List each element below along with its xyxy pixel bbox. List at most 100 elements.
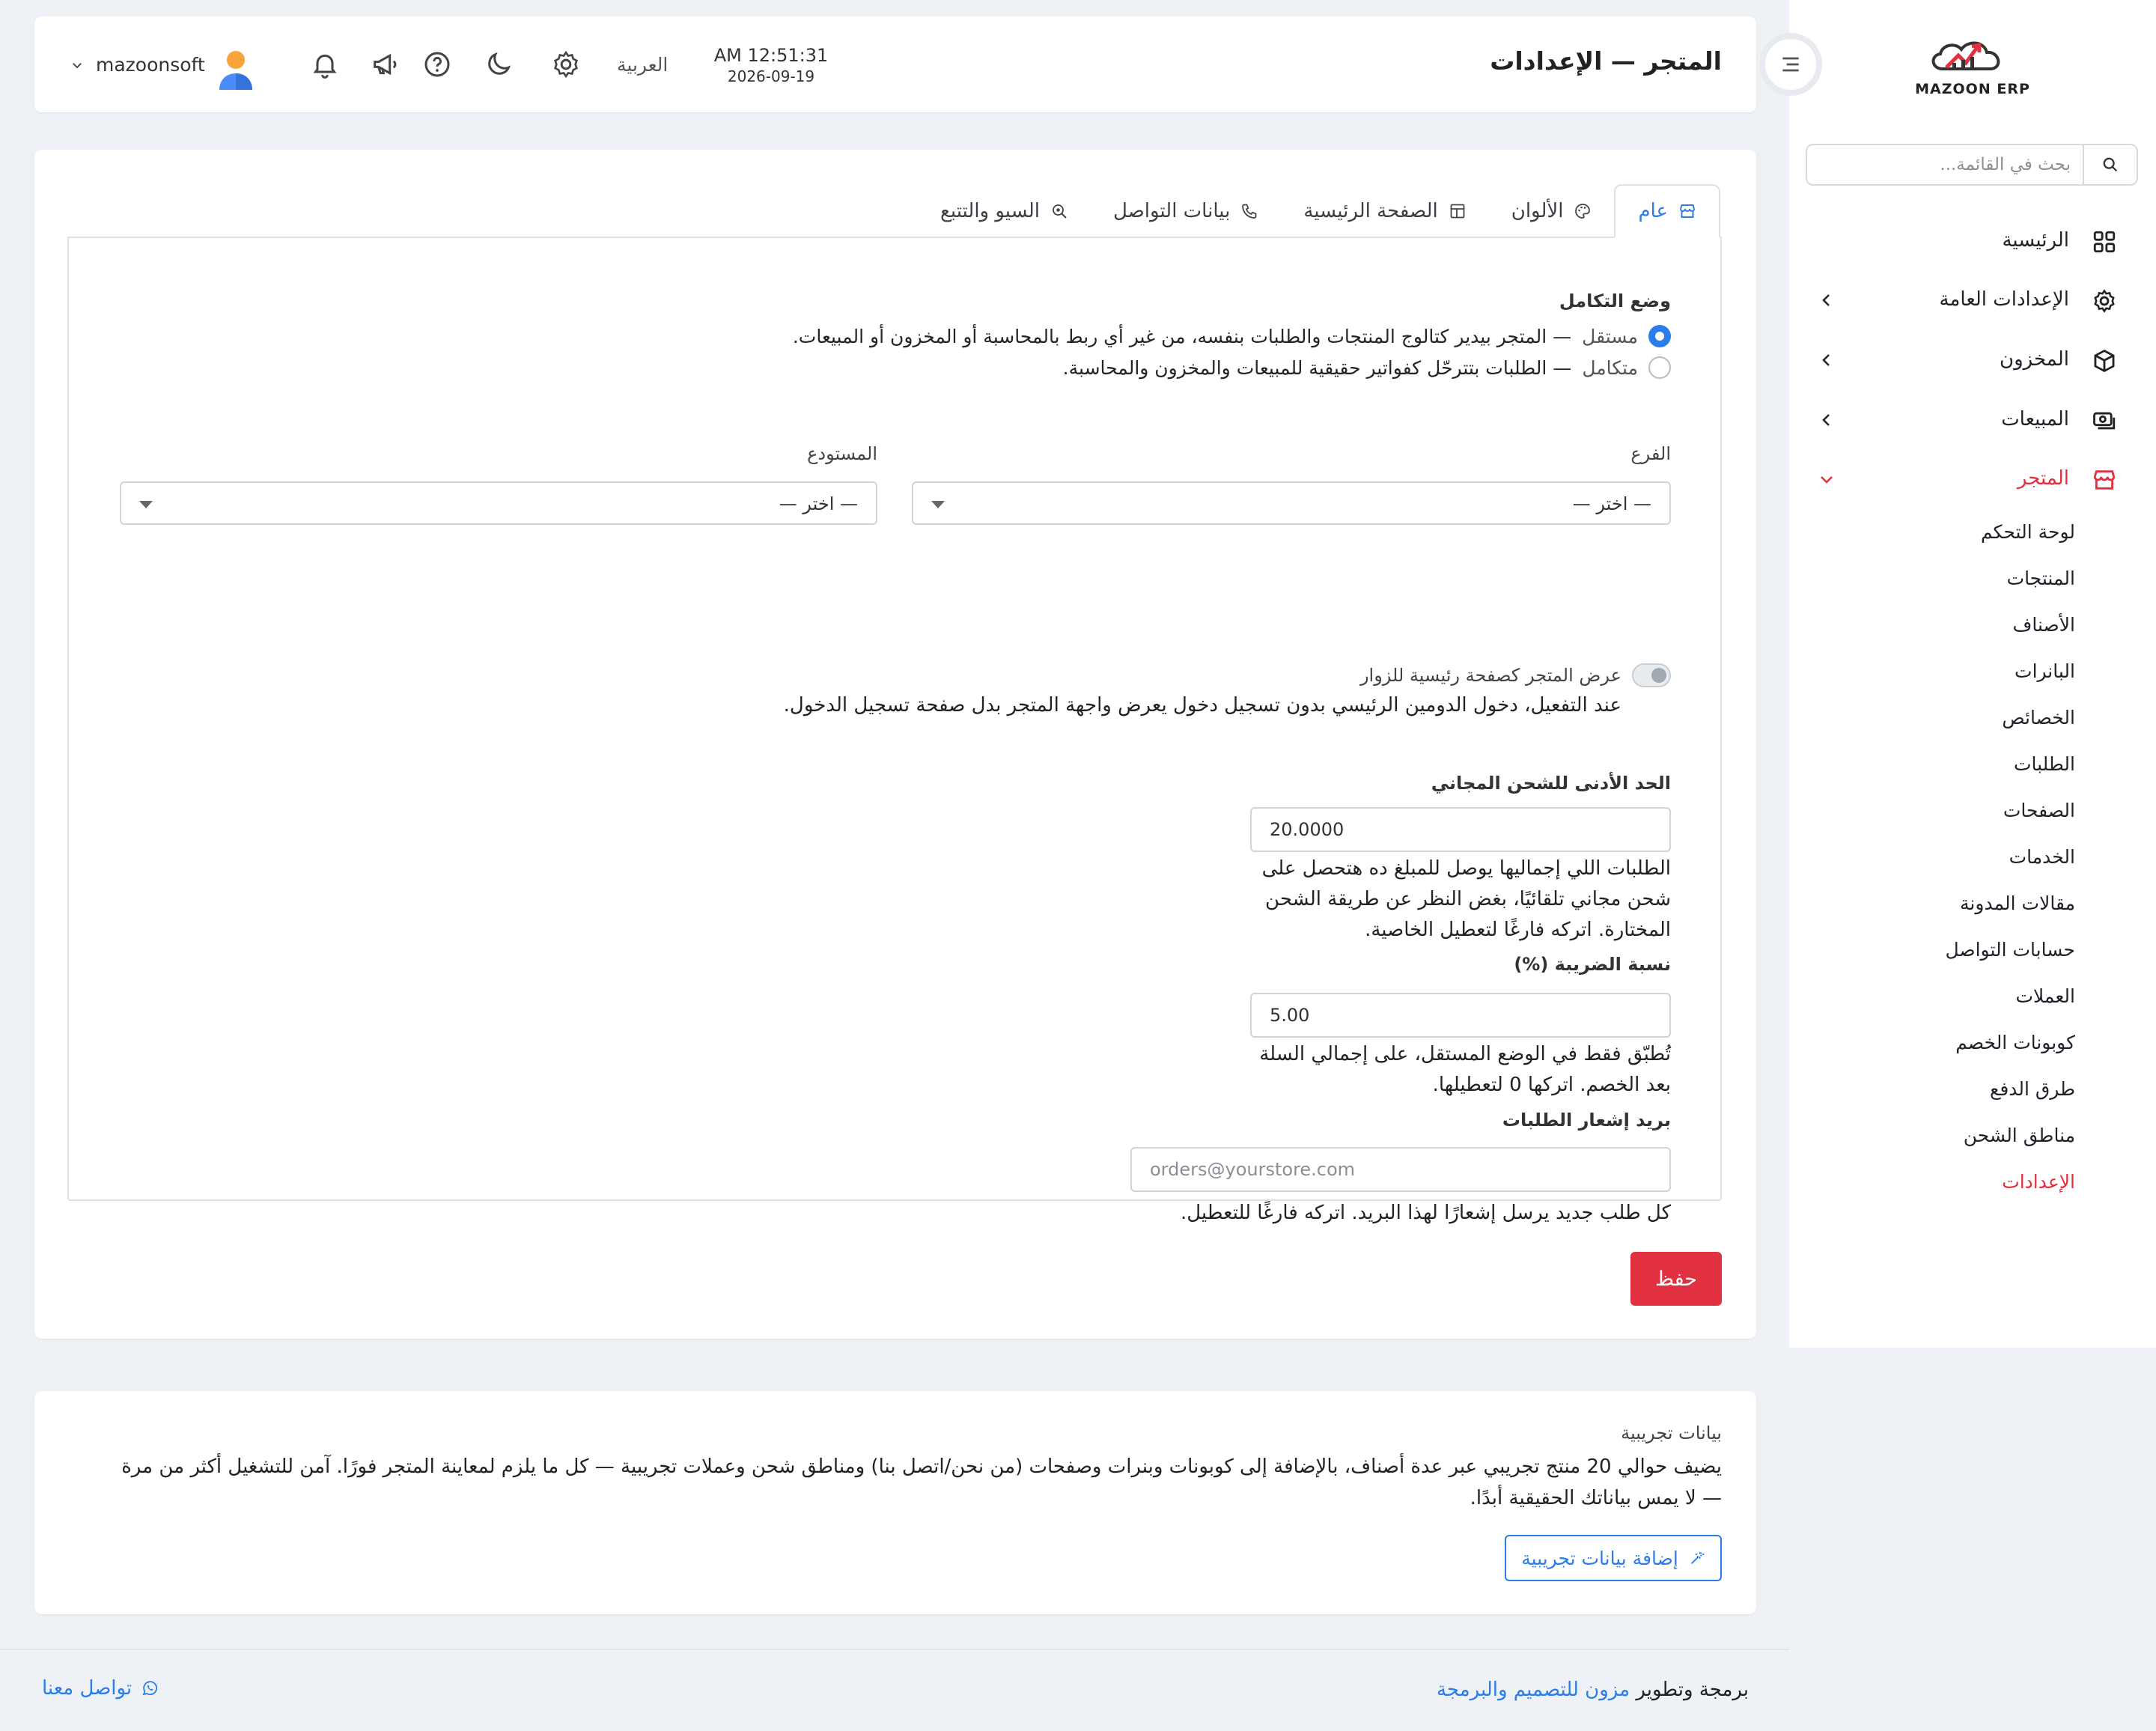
tab-contact-info[interactable]: بيانات التواصل [1091,184,1281,238]
footer: برمجة وتطوير مزون للتصميم والبرمجة تواصل… [0,1649,1789,1731]
sidebar-item-sales[interactable]: المبيعات [1818,398,2117,442]
order-email-input[interactable] [1130,1147,1671,1192]
sidebar-item-inventory[interactable]: المخزون [1818,338,2117,383]
mode-standalone-title: مستقل [1582,325,1638,347]
contact-us-link[interactable]: تواصل معنا [42,1677,159,1700]
grid-icon [2093,231,2116,253]
sidebar-subitem-currencies[interactable]: العملات [2015,985,2075,1007]
box-icon [2094,349,2115,373]
general-tab-panel: وضع التكامل مستقل — المتجر بيدير كتالوج … [67,237,1722,1224]
sidebar-item-label: المخزون [2000,348,2069,371]
free-shipping-help-line-3: المختارة. اتركه فارغًا لتعطيل الخاصية. [1365,919,1671,941]
tab-general[interactable]: عام [1614,184,1720,238]
tab-homepage[interactable]: الصفحة الرئيسية [1281,184,1488,238]
tab-colors[interactable]: الألوان [1489,184,1615,238]
cash-icon [2093,412,2116,430]
logo-text: MAZOON ERP [1915,81,2030,97]
add-demo-data-button[interactable]: إضافة بيانات تجريبية [1505,1535,1722,1581]
mode-standalone-radio[interactable] [1648,325,1671,347]
homepage-toggle-row: عرض المتجر كصفحة رئيسية للزوار [1360,663,1671,687]
language-switcher[interactable]: العربية [617,54,668,76]
sidebar-item-store[interactable]: المتجر [1818,457,2117,502]
logo[interactable]: MAZOON ERP [1901,30,2044,105]
magic-wand-icon [1690,1551,1705,1564]
help-icon[interactable] [422,49,452,79]
mode-integrated-radio[interactable] [1648,356,1671,379]
sidebar: MAZOON ERP الرئيسية الإعدادات العامة الم… [1789,0,2156,1348]
mode-standalone-desc: — المتجر بيدير كتالوج المنتجات والطلبات … [792,325,1572,347]
search-icon [2103,157,2118,172]
sidebar-search-button[interactable] [2083,145,2137,184]
sidebar-item-label: المبيعات [2001,408,2069,431]
sidebar-subitem-banners[interactable]: البانرات [2015,660,2075,682]
sidebar-search [1806,144,2138,186]
sidebar-subitem-products[interactable]: المنتجات [2007,568,2075,589]
homepage-toggle-label: عرض المتجر كصفحة رئيسية للزوار [1359,665,1621,686]
sidebar-subitem-social-accounts[interactable]: حسابات التواصل [1945,939,2075,961]
layout-icon [1450,204,1465,219]
mode-standalone-option[interactable]: مستقل — المتجر بيدير كتالوج المنتجات وال… [793,325,1671,347]
sidebar-subitem-attributes[interactable]: الخصائص [2002,707,2075,728]
mode-integrated-option[interactable]: متكامل — الطلبات بتترحّل كفواتير حقيقية … [1063,356,1671,379]
sidebar-subitem-orders[interactable]: الطلبات [2014,753,2075,775]
sidebar-toggle-button[interactable] [1759,33,1822,96]
chevron-left-icon [1822,354,1830,366]
clock-date: 2026-09-19 [727,67,815,85]
tax-rate-label: نسبة الضريبة (%) [1514,954,1671,975]
bell-icon[interactable] [310,49,340,79]
footer-credit-link[interactable]: مزون للتصميم والبرمجة [1437,1679,1630,1701]
warehouse-select-value: — اختر — [779,493,858,514]
chevron-down-icon[interactable] [70,58,84,72]
settings-card: عام الألوان الصفحة الرئيسية بيانات التوا… [34,150,1756,1339]
sidebar-item-home[interactable]: الرئيسية [1818,219,2117,264]
palette-icon [1575,204,1591,219]
sidebar-subitem-pages[interactable]: الصفحات [2003,800,2075,821]
clock: AM 12:51:31 2026-09-19 [711,45,831,85]
sidebar-item-label: الإعدادات العامة [1939,288,2069,311]
avatar[interactable] [217,48,255,90]
branch-label: الفرع [1630,443,1671,464]
sidebar-search-input[interactable] [1807,145,2084,184]
gear-icon[interactable] [551,49,581,79]
add-demo-data-label: إضافة بيانات تجريبية [1521,1547,1678,1569]
menu-icon [1782,57,1799,72]
sidebar-subitem-blog-posts[interactable]: مقالات المدونة [1960,892,2075,914]
save-button[interactable]: حفظ [1630,1252,1722,1306]
tab-seo-tracking[interactable]: السيو والتتبع [918,184,1091,238]
free-shipping-input[interactable] [1250,807,1671,852]
tab-label: بيانات التواصل [1113,200,1231,222]
sidebar-subitem-dashboard[interactable]: لوحة التحكم [1981,521,2075,543]
sidebar-subitem-coupons[interactable]: كوبونات الخصم [1955,1032,2075,1053]
username[interactable]: mazoonsoft [96,54,205,76]
footer-credit: برمجة وتطوير مزون للتصميم والبرمجة [1437,1679,1749,1701]
sidebar-subitem-services[interactable]: الخدمات [2009,846,2075,868]
settings-tabs: عام الألوان الصفحة الرئيسية بيانات التوا… [918,184,1720,238]
sidebar-subitem-payment-methods[interactable]: طرق الدفع [1990,1078,2075,1100]
sidebar-subitem-shipping-zones[interactable]: مناطق الشحن [1964,1125,2075,1146]
sidebar-item-label: الرئيسية [2002,229,2069,252]
sidebar-subitem-settings[interactable]: الإعدادات [2002,1171,2075,1193]
tax-rate-input[interactable] [1250,993,1671,1038]
order-email-label: بريد إشعار الطلبات [1502,1110,1671,1131]
phone-icon [1242,204,1257,219]
tab-label: السيو والتتبع [940,200,1040,222]
tab-label: الألوان [1511,200,1564,222]
store-icon [1680,204,1695,218]
contact-us-label: تواصل معنا [42,1677,133,1700]
whatsapp-icon [142,1681,158,1696]
homepage-toggle-help: عند التفعيل، دخول الدومين الرئيسي بدون ت… [783,694,1621,717]
store-icon [2093,470,2116,490]
sidebar-item-general-settings[interactable]: الإعدادات العامة [1818,278,2117,323]
chevron-left-icon [1822,294,1830,306]
sidebar-subitem-categories[interactable]: الأصناف [2012,614,2075,636]
topbar: المتجر — الإعدادات AM 12:51:31 2026-09-1… [34,16,1756,112]
megaphone-icon[interactable] [370,49,400,79]
warehouse-select[interactable]: — اختر — [120,481,877,525]
moon-icon[interactable] [484,49,514,79]
tax-rate-help-line-1: تُطبّق فقط في الوضع المستقل، على إجمالي … [1259,1043,1671,1065]
gear-icon [2094,289,2115,313]
mode-integrated-desc: — الطلبات بتترحّل كفواتير حقيقية للمبيعا… [1062,356,1572,379]
branch-select[interactable]: — اختر — [912,481,1671,525]
homepage-toggle-switch[interactable] [1632,663,1671,687]
branch-select-value: — اختر — [1572,493,1651,514]
